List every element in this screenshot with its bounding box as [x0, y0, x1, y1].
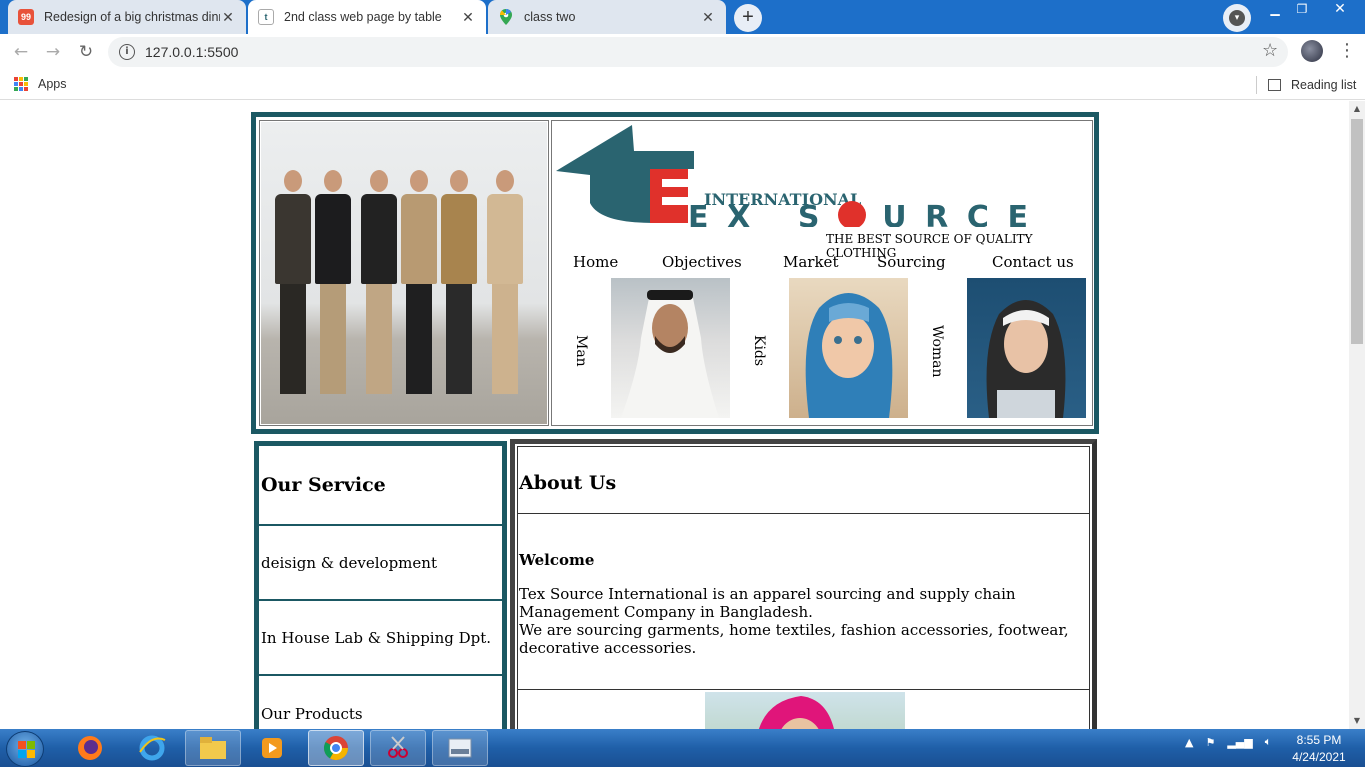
- menu-icon[interactable]: ⋮: [1338, 40, 1356, 61]
- about-welcome: Welcome: [519, 551, 595, 569]
- service-table: Our Service deisign & development In Hou…: [254, 441, 507, 729]
- url-text: 127.0.0.1:5500: [145, 44, 239, 60]
- about-title: About Us: [518, 447, 1089, 514]
- about-line-1: Tex Source International is an apparel s…: [519, 585, 1016, 621]
- about-photo: [705, 692, 905, 729]
- network-signal-icon[interactable]: ▂▄▆: [1227, 736, 1252, 749]
- service-item-products: Our Products: [261, 704, 363, 723]
- category-label-kids: Kids: [751, 335, 767, 367]
- volume-icon[interactable]: 🔈︎: [1265, 735, 1272, 749]
- action-center-icon[interactable]: ⚑: [1205, 736, 1215, 749]
- reading-list-label: Reading list: [1291, 78, 1357, 92]
- window-close-button[interactable]: ✕: [1318, 0, 1362, 18]
- service-item: Our Products: [259, 676, 502, 729]
- close-icon[interactable]: ✕: [460, 9, 476, 26]
- service-item-design: deisign & development: [261, 553, 437, 572]
- snipping-tool-taskbar-icon[interactable]: [370, 730, 426, 766]
- apps-grid-icon: [14, 77, 28, 91]
- category-label-woman: Woman: [929, 325, 945, 378]
- media-player-taskbar-icon[interactable]: [244, 730, 300, 766]
- bookmarks-bar: Apps Reading list: [0, 70, 1365, 100]
- kids-photo: [789, 278, 908, 418]
- tab-strip: 99 Redesign of a big christmas dinn ✕ t …: [0, 0, 1365, 34]
- firefox-taskbar-icon[interactable]: [62, 730, 118, 766]
- tab-search-button[interactable]: ▾: [1223, 4, 1251, 32]
- service-title-cell: Our Service: [259, 446, 502, 526]
- internet-explorer-taskbar-icon[interactable]: [124, 730, 180, 766]
- reading-list-button[interactable]: Reading list: [1256, 76, 1356, 94]
- keyboard-app-taskbar-icon[interactable]: [432, 730, 488, 766]
- info-icon[interactable]: i: [119, 44, 135, 60]
- new-tab-button[interactable]: +: [734, 4, 762, 32]
- restore-button[interactable]: ❐: [1289, 0, 1315, 18]
- forward-button[interactable]: →: [40, 40, 66, 64]
- apps-label: Apps: [38, 77, 67, 91]
- page-scrollbar[interactable]: ▲ ▼: [1349, 101, 1365, 729]
- clock-time: 8:55 PM: [1296, 733, 1342, 747]
- header-table: INTERNATIONAL EX SOURCE THE BEST SOURCE …: [251, 112, 1099, 434]
- tab-redesign[interactable]: 99 Redesign of a big christmas dinn ✕: [8, 0, 246, 34]
- woman-photo: [967, 278, 1086, 418]
- nav-contact-us[interactable]: Contact us: [992, 253, 1074, 271]
- about-inner: About Us Welcome Tex Source Internationa…: [517, 446, 1090, 729]
- taskbar: ▲ ⚑ ▂▄▆ 🔈︎ 8:55 PM 4/24/2021: [0, 729, 1365, 767]
- chevron-down-icon: ▾: [1229, 10, 1245, 26]
- main-nav: Home Objectives Market Sourcing Contact …: [552, 253, 1094, 273]
- minimize-button[interactable]: ▁: [1262, 0, 1288, 18]
- address-bar[interactable]: i 127.0.0.1:5500: [108, 37, 1288, 67]
- service-item: In House Lab & Shipping Dpt.: [259, 601, 502, 676]
- scroll-thumb[interactable]: [1351, 119, 1363, 344]
- 99designs-icon: 99: [18, 9, 34, 25]
- browser-toolbar: ← → ↻ i 127.0.0.1:5500: [0, 34, 1365, 70]
- service-item: deisign & development: [259, 526, 502, 601]
- about-line-2: We are sourcing garments, home textiles,…: [519, 621, 1069, 657]
- about-body: Welcome Tex Source International is an a…: [518, 515, 1089, 690]
- nav-home[interactable]: Home: [573, 253, 618, 271]
- back-button[interactable]: ←: [8, 40, 34, 64]
- clock-date: 4/24/2021: [1292, 750, 1346, 764]
- reload-button[interactable]: ↻: [73, 40, 99, 64]
- page-viewport: INTERNATIONAL EX SOURCE THE BEST SOURCE …: [0, 101, 1349, 729]
- about-table: About Us Welcome Tex Source Internationa…: [510, 439, 1097, 729]
- chrome-taskbar-icon[interactable]: [308, 730, 364, 766]
- men-group-photo: [261, 122, 547, 424]
- service-title: Our Service: [261, 474, 386, 496]
- header-photo-cell: [259, 120, 549, 426]
- reading-list-icon: [1268, 79, 1281, 91]
- bookmark-star-icon[interactable]: ☆: [1262, 40, 1278, 61]
- close-icon[interactable]: ✕: [220, 9, 236, 26]
- texsource-icon: t: [258, 9, 274, 25]
- system-tray: ▲ ⚑ ▂▄▆ 🔈︎: [1185, 735, 1271, 749]
- tab-title: 2nd class web page by table: [284, 10, 442, 24]
- tab-class-two[interactable]: class two ✕: [488, 0, 726, 34]
- start-button[interactable]: [6, 731, 44, 767]
- scroll-down-icon[interactable]: ▼: [1349, 713, 1365, 729]
- nav-market[interactable]: Market: [783, 253, 838, 271]
- tab-title: class two: [524, 10, 576, 24]
- scroll-up-icon[interactable]: ▲: [1349, 101, 1365, 117]
- header-brand-cell: INTERNATIONAL EX SOURCE THE BEST SOURCE …: [551, 120, 1093, 426]
- tab-title: Redesign of a big christmas dinn: [44, 10, 220, 24]
- man-photo: [611, 278, 730, 418]
- nav-sourcing[interactable]: Sourcing: [877, 253, 946, 271]
- profile-avatar[interactable]: [1301, 40, 1323, 62]
- close-icon[interactable]: ✕: [700, 9, 716, 26]
- tex-source-logo: INTERNATIONAL EX SOURCE: [556, 125, 1028, 227]
- maps-pin-icon: [498, 9, 514, 25]
- service-item-lab: In House Lab & Shipping Dpt.: [261, 628, 492, 647]
- tray-expand-icon[interactable]: ▲: [1185, 736, 1193, 749]
- taskbar-clock[interactable]: 8:55 PM 4/24/2021: [1283, 732, 1355, 766]
- apps-shortcut[interactable]: Apps: [14, 77, 67, 91]
- category-label-man: Man: [573, 335, 589, 367]
- nav-objectives[interactable]: Objectives: [662, 253, 742, 271]
- file-explorer-taskbar-icon[interactable]: [185, 730, 241, 766]
- tab-2nd-class[interactable]: t 2nd class web page by table ✕: [248, 0, 486, 34]
